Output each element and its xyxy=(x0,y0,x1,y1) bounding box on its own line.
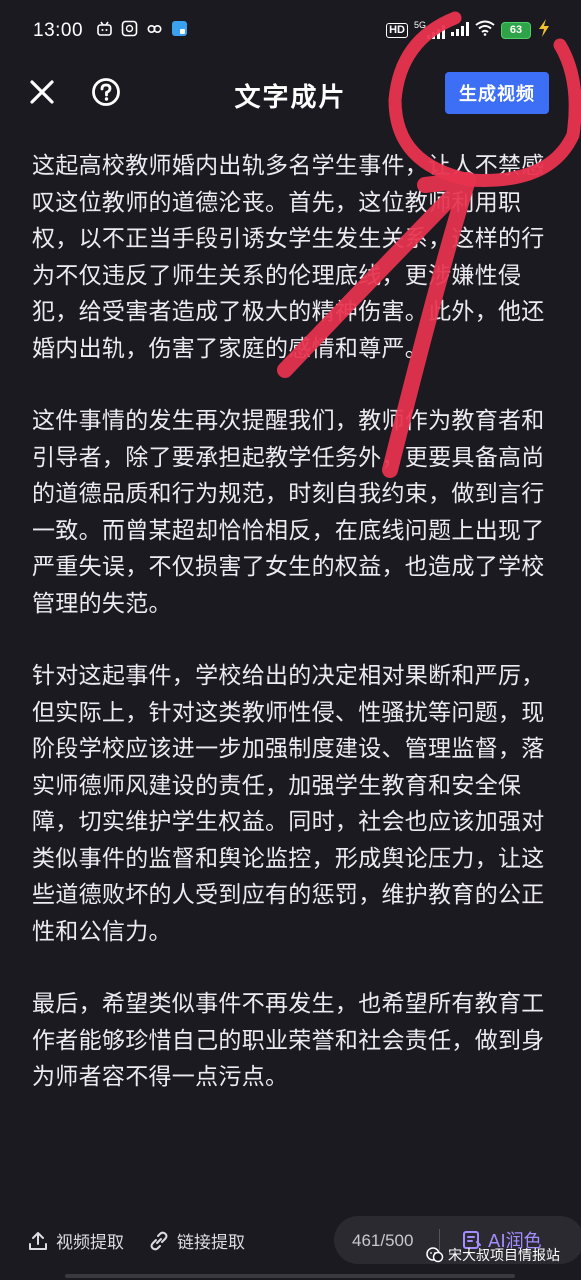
cell-signal-2-icon xyxy=(451,21,469,40)
upload-icon xyxy=(29,1231,47,1250)
paragraph-1: 这起高校教师婚内出轨多名学生事件，让人不禁感叹这位教师的道德沦丧。首先，这位教师… xyxy=(32,153,545,362)
cell-signal-icon: 5G xyxy=(414,21,445,39)
bilibili-icon xyxy=(96,20,113,37)
paragraph-2: 这件事情的发生再次提醒我们，教师作为教育者和引导者，除了要承担起教学任务外，更要… xyxy=(32,408,545,617)
status-time: 13:00 xyxy=(33,20,84,41)
watermark-text: 宋大叔项目情报站 xyxy=(448,1248,560,1264)
status-right: HD 5G 63 xyxy=(386,19,551,41)
infinity-icon xyxy=(146,20,163,37)
hd-badge: HD xyxy=(386,22,408,38)
top-nav-bar: 文字成片 生成视频 xyxy=(0,64,581,124)
paragraph-3: 针对这起事件，学校给出的决定相对果断和严厉，但实际上，针对这类教师性侵、性骚扰等… xyxy=(32,663,545,945)
charging-icon xyxy=(537,19,551,41)
app-icon xyxy=(171,20,188,37)
video-extract-button[interactable]: 视频提取 xyxy=(27,1228,124,1253)
status-bar: 13:00 HD 5G 63 xyxy=(0,0,581,64)
network-label: 5G xyxy=(413,20,426,30)
link-icon xyxy=(150,1231,168,1250)
paragraph-4: 最后，希望类似事件不再发生，也希望所有教育工作者能够珍惜自己的职业荣誉和社会责任… xyxy=(32,991,545,1090)
home-indicator[interactable] xyxy=(65,1274,515,1278)
char-counter: 461/500 xyxy=(352,1231,414,1250)
generate-video-button[interactable]: 生成视频 xyxy=(445,72,549,114)
notification-icons xyxy=(96,20,188,37)
text-editor[interactable]: 这起高校教师婚内出轨多名学生事件，让人不禁感叹这位教师的道德沦丧。首先，这位教师… xyxy=(32,148,554,1132)
watermark: 宋大叔项目情报站 xyxy=(426,1245,560,1265)
link-extract-button[interactable]: 链接提取 xyxy=(148,1228,245,1253)
link-extract-label: 链接提取 xyxy=(177,1233,245,1253)
battery-indicator: 63 xyxy=(501,21,531,39)
wechat-logo-icon xyxy=(426,1247,444,1263)
app-screen: 13:00 HD 5G 63 文字成片 生成视频 这起高校教师婚内出轨多名学生事… xyxy=(0,0,581,1280)
gallery-icon xyxy=(121,20,138,37)
wifi-icon xyxy=(475,20,495,40)
video-extract-label: 视频提取 xyxy=(56,1233,124,1253)
